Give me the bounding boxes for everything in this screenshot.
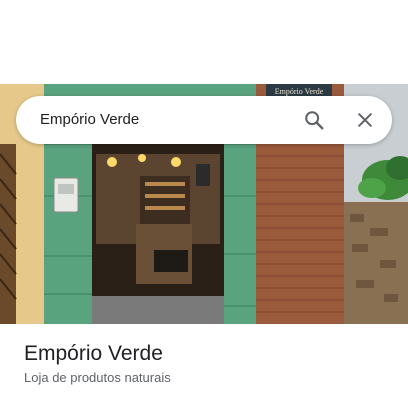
close-icon — [358, 113, 372, 127]
place-info-panel[interactable]: Empório Verde Loja de produtos naturais — [0, 324, 408, 408]
close-button[interactable] — [349, 104, 381, 136]
storefront-sign-text: Empório Verde — [275, 87, 324, 96]
search-input[interactable]: Empório Verde — [40, 96, 139, 144]
place-category: Loja de produtos naturais — [24, 370, 171, 385]
search-bar[interactable]: Empório Verde — [16, 96, 392, 144]
top-blank-area — [0, 0, 408, 84]
search-icon — [305, 111, 324, 130]
place-title: Empório Verde — [24, 342, 163, 365]
search-button[interactable] — [298, 104, 330, 136]
